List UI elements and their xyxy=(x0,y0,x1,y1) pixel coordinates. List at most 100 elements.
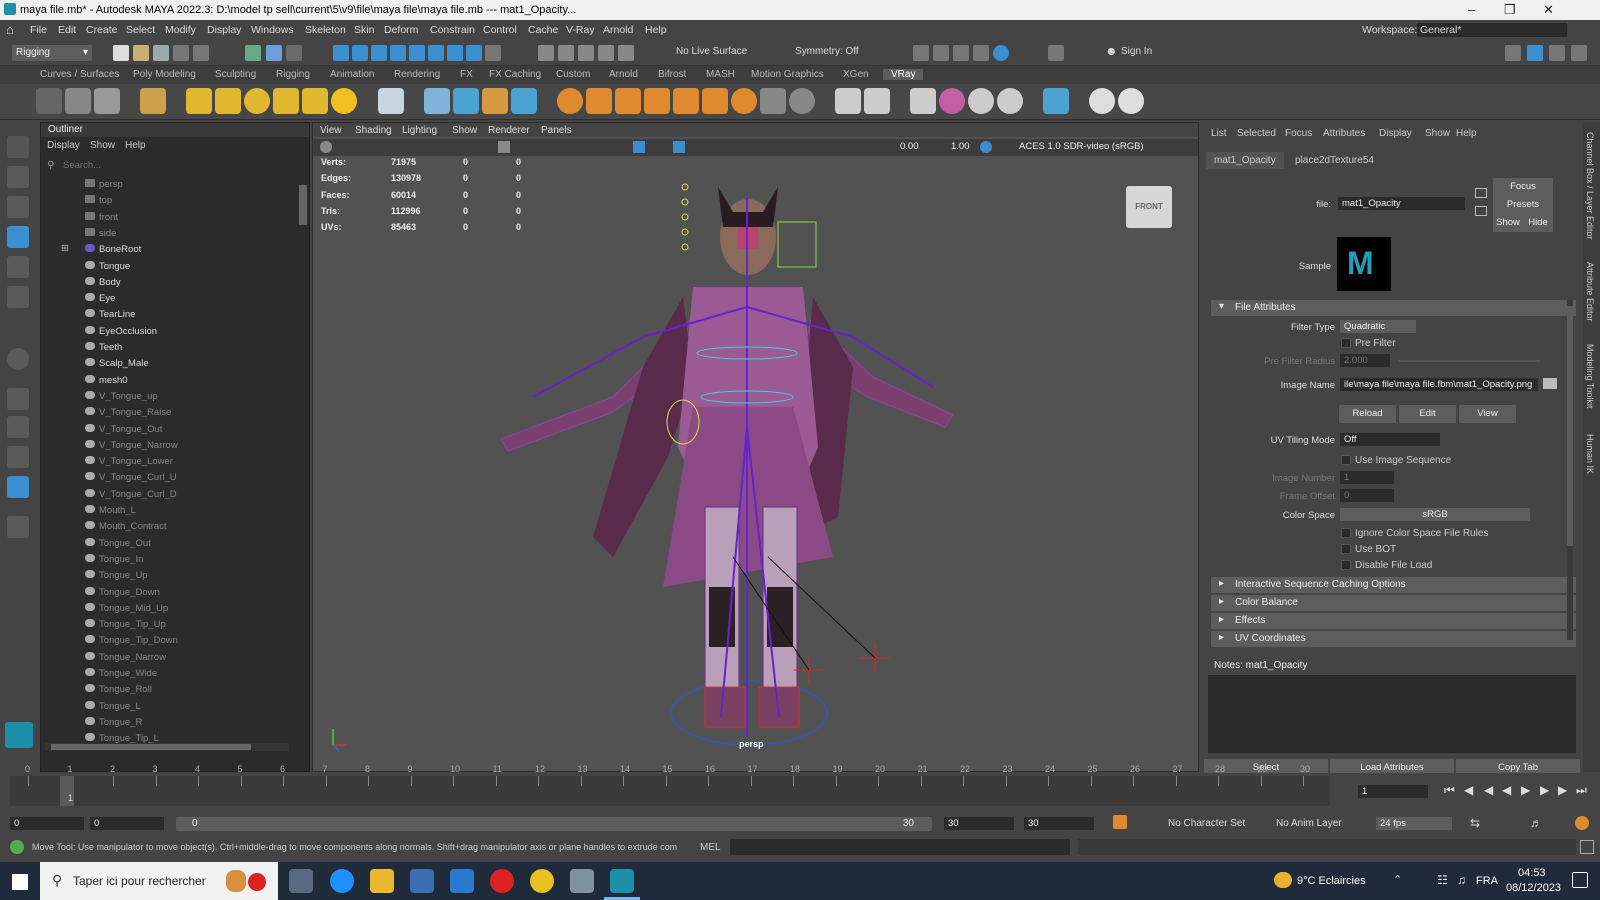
home-icon[interactable]: ⌂ xyxy=(6,22,14,37)
minimize-icon[interactable]: – xyxy=(1468,2,1475,17)
shader-icon[interactable] xyxy=(997,88,1023,114)
render-settings-icon[interactable] xyxy=(598,45,614,61)
workspace-select[interactable]: General* xyxy=(1417,23,1567,37)
volume-icon[interactable]: ♫ xyxy=(1457,873,1466,887)
taskbar-search[interactable]: ⚲ Taper ici pour rechercher xyxy=(40,862,278,900)
mode-select[interactable]: Rigging ▾ xyxy=(12,45,92,61)
list-item[interactable]: Eye xyxy=(85,293,115,304)
focus-button[interactable]: Focus xyxy=(1493,178,1553,196)
section-effects[interactable]: ▸ Effects xyxy=(1211,613,1576,629)
hypershade-icon[interactable] xyxy=(618,45,634,61)
fur-tool-icon[interactable] xyxy=(615,88,641,114)
render-view-icon[interactable] xyxy=(933,45,949,61)
viewport-menu-renderer[interactable]: Renderer xyxy=(488,125,530,136)
use-bot-checkbox[interactable] xyxy=(1341,544,1351,554)
search-icon[interactable] xyxy=(7,516,29,538)
list-item[interactable]: Scalp_Male xyxy=(85,358,149,369)
frame-offset-field[interactable]: 0 xyxy=(1340,489,1394,502)
side-tab-modeling-toolkit[interactable]: Modeling Toolkit xyxy=(1585,344,1595,408)
outliner-hscrollbar[interactable] xyxy=(45,743,289,751)
list-item[interactable]: Tongue_Wide xyxy=(85,668,157,679)
list-item[interactable]: Tongue_L xyxy=(85,700,141,712)
outliner-layout-icon[interactable] xyxy=(7,476,29,498)
vray-ipr-icon[interactable] xyxy=(65,88,91,114)
two-view-icon[interactable] xyxy=(7,446,29,468)
viewport-panel[interactable]: View Shading Lighting Show Renderer Pane… xyxy=(312,122,1199,772)
attr-scrollbar[interactable] xyxy=(1567,300,1573,640)
render-setup-icon[interactable] xyxy=(973,45,989,61)
tab-mat1-opacity[interactable]: mat1_Opacity xyxy=(1206,152,1284,169)
subdiv-icon[interactable] xyxy=(731,88,757,114)
step-back-key-icon[interactable]: ◀ xyxy=(1464,783,1473,797)
snap-plane-icon[interactable] xyxy=(390,45,406,61)
hair-icon[interactable] xyxy=(644,88,670,114)
chevron-up-icon[interactable]: ⌃ xyxy=(1393,873,1402,886)
outliner-menu-help[interactable]: Help xyxy=(125,140,146,151)
store-icon[interactable] xyxy=(410,869,434,893)
pre-filter-checkbox[interactable] xyxy=(1341,338,1351,348)
rotate-tool-icon[interactable] xyxy=(7,256,29,278)
select-tool-icon[interactable] xyxy=(7,136,29,158)
disable-file-load-checkbox[interactable] xyxy=(1341,560,1351,570)
list-item[interactable]: TearLine xyxy=(85,309,135,320)
shelf-tab-sculpting[interactable]: Sculpting xyxy=(215,69,256,80)
list-item[interactable]: Mouth_Contract xyxy=(85,521,167,532)
smooth-shade-icon[interactable] xyxy=(633,141,645,153)
shelf-tab-bifrost[interactable]: Bifrost xyxy=(658,69,686,80)
material-2-icon[interactable] xyxy=(864,88,890,114)
ipr-icon[interactable] xyxy=(578,45,594,61)
task-view-icon[interactable] xyxy=(289,869,313,893)
menu-windows[interactable]: Windows xyxy=(251,24,294,36)
preferences-icon[interactable] xyxy=(1575,816,1589,830)
panel-layout-icon[interactable] xyxy=(913,45,929,61)
input-icon[interactable] xyxy=(1475,188,1487,198)
menu-display[interactable]: Display xyxy=(207,24,241,36)
script-editor-icon[interactable] xyxy=(1580,840,1594,854)
vray-vfb-icon[interactable] xyxy=(94,88,120,114)
weather-text[interactable]: 9°C Eclaircies xyxy=(1297,875,1366,887)
lock-icon[interactable] xyxy=(485,45,501,61)
menu-select[interactable]: Select xyxy=(126,24,155,36)
shelf-tab-curves[interactable]: Curves / Surfaces xyxy=(40,69,119,80)
shelf-tab-xgen[interactable]: XGen xyxy=(843,69,869,80)
color-sphere-icon[interactable] xyxy=(939,88,965,114)
viewport-menu-lighting[interactable]: Lighting xyxy=(402,125,437,136)
proxy-icon[interactable] xyxy=(424,88,450,114)
ipr-render-icon[interactable] xyxy=(953,45,969,61)
section-uv-coordinates[interactable]: ▸ UV Coordinates xyxy=(1211,631,1576,647)
viewport-menu-view[interactable]: View xyxy=(320,125,342,136)
output-icon[interactable] xyxy=(1475,206,1487,216)
menu-cache[interactable]: Cache xyxy=(528,24,558,36)
reload-button[interactable]: Reload xyxy=(1339,405,1396,423)
notes-field[interactable] xyxy=(1208,675,1576,753)
scene-icon[interactable] xyxy=(482,88,508,114)
auto-key-icon[interactable] xyxy=(1113,815,1127,829)
file-name-field[interactable]: mat1_Opacity xyxy=(1338,197,1465,210)
uv-tiling-select[interactable]: Off xyxy=(1340,433,1440,446)
filter-type-select[interactable]: Quadratic xyxy=(1340,320,1416,333)
use-image-sequence-checkbox[interactable] xyxy=(1341,455,1351,465)
show-button[interactable]: Show xyxy=(1493,214,1523,232)
list-item[interactable]: Tongue_Tip_Up xyxy=(85,619,166,630)
language-label[interactable]: FRA xyxy=(1476,875,1498,887)
menu-skin[interactable]: Skin xyxy=(354,24,374,36)
snap-together-icon[interactable] xyxy=(466,45,482,61)
list-item[interactable]: Tongue_Up xyxy=(85,570,148,581)
step-back-frame-icon[interactable]: ◀ xyxy=(1484,783,1493,797)
rect-light-icon[interactable] xyxy=(215,88,241,114)
wireframe-icon[interactable] xyxy=(498,141,510,153)
tool-settings-icon[interactable] xyxy=(1549,45,1565,61)
history-icon[interactable] xyxy=(538,45,554,61)
attr-menu-focus[interactable]: Focus xyxy=(1285,128,1312,139)
tab-place2dtexture[interactable]: place2dTexture54 xyxy=(1287,152,1382,169)
notification-icon[interactable] xyxy=(1572,872,1588,888)
proxy-export-icon[interactable] xyxy=(453,88,479,114)
list-item[interactable]: side xyxy=(85,227,116,239)
side-tab-attribute-editor[interactable]: Attribute Editor xyxy=(1585,262,1595,322)
spheres-icon[interactable] xyxy=(968,88,994,114)
playback-start-field[interactable]: 0 xyxy=(90,817,164,830)
timeline-track[interactable] xyxy=(10,776,1330,806)
displace-icon[interactable] xyxy=(702,88,728,114)
go-to-end-icon[interactable]: ⏭ xyxy=(1576,783,1587,798)
side-tab-channel-box[interactable]: Channel Box / Layer Editor xyxy=(1585,132,1595,240)
